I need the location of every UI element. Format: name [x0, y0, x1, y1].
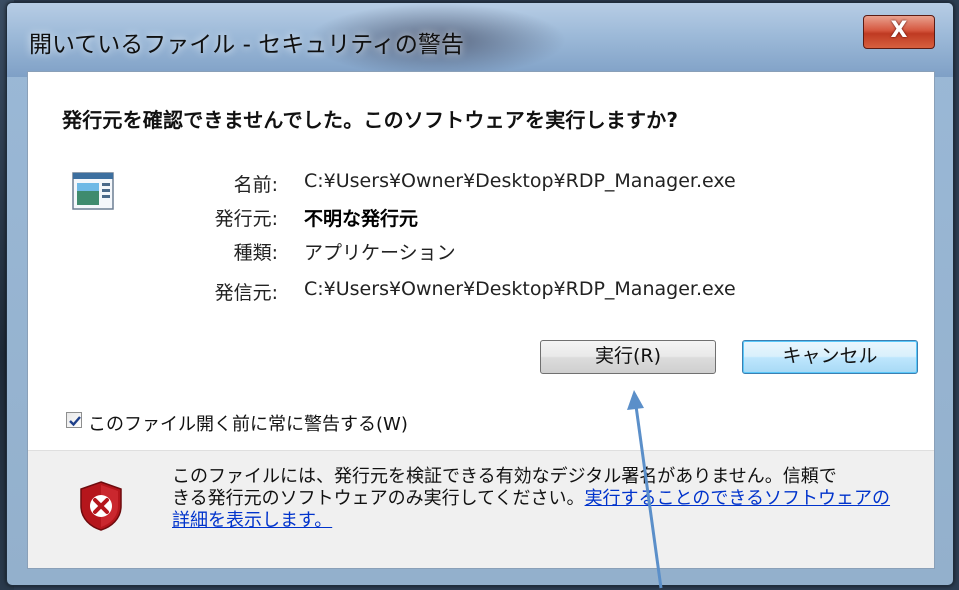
warning-line-1: このファイルには、発行元を検証できる有効なデジタル署名がありません。信頼で — [172, 466, 837, 487]
field-label-origin: 発信元: — [214, 282, 278, 304]
dialog-upper-panel: 発行元を確認できませんでした。このソフトウェアを実行しますか? 名前: C:¥U… — [28, 72, 934, 450]
security-shield-icon — [80, 481, 122, 531]
warning-line-2-text: きる発行元のソフトウェアのみ実行してください。 — [172, 488, 585, 509]
divider — [28, 450, 934, 451]
field-value-publisher: 不明な発行元 — [304, 208, 419, 230]
window-title: 開いているファイル - セキュリティの警告 — [29, 32, 464, 58]
close-button[interactable]: X — [863, 15, 935, 49]
warning-line-3: 詳細を表示します。 — [172, 510, 932, 532]
details-link[interactable]: 実行することのできるソフトウェアの — [585, 488, 890, 509]
dialog-content: 発行元を確認できませんでした。このソフトウェアを実行しますか? 名前: C:¥U… — [27, 71, 935, 569]
field-label-type: 種類: — [233, 242, 278, 264]
warning-message: このファイルには、発行元を検証できる有効なデジタル署名がありません。信頼で きる… — [172, 466, 932, 532]
field-value-origin: C:¥Users¥Owner¥Desktop¥RDP_Manager.exe — [304, 278, 736, 300]
run-button[interactable]: 実行(R) — [540, 340, 716, 374]
cancel-button[interactable]: キャンセル — [742, 340, 918, 374]
details-link-continued[interactable]: 詳細を表示します。 — [172, 510, 332, 531]
checkmark-icon — [69, 416, 81, 427]
field-label-publisher: 発行元: — [214, 208, 278, 230]
always-warn-checkbox[interactable] — [66, 412, 82, 428]
always-warn-label[interactable]: このファイル開く前に常に警告する(W) — [88, 410, 408, 436]
close-icon: X — [890, 18, 908, 43]
run-question: 発行元を確認できませんでした。このソフトウェアを実行しますか? — [62, 108, 679, 132]
warning-line-2: きる発行元のソフトウェアのみ実行してください。実行することのできるソフトウェアの — [172, 488, 932, 510]
field-value-type: アプリケーション — [304, 242, 456, 264]
field-label-name: 名前: — [233, 174, 278, 196]
field-value-name: C:¥Users¥Owner¥Desktop¥RDP_Manager.exe — [304, 170, 736, 192]
security-warning-dialog: 開いているファイル - セキュリティの警告 X 発行元を確認できませんでした。こ… — [6, 2, 954, 586]
title-bar[interactable]: 開いているファイル - セキュリティの警告 X — [7, 3, 953, 77]
